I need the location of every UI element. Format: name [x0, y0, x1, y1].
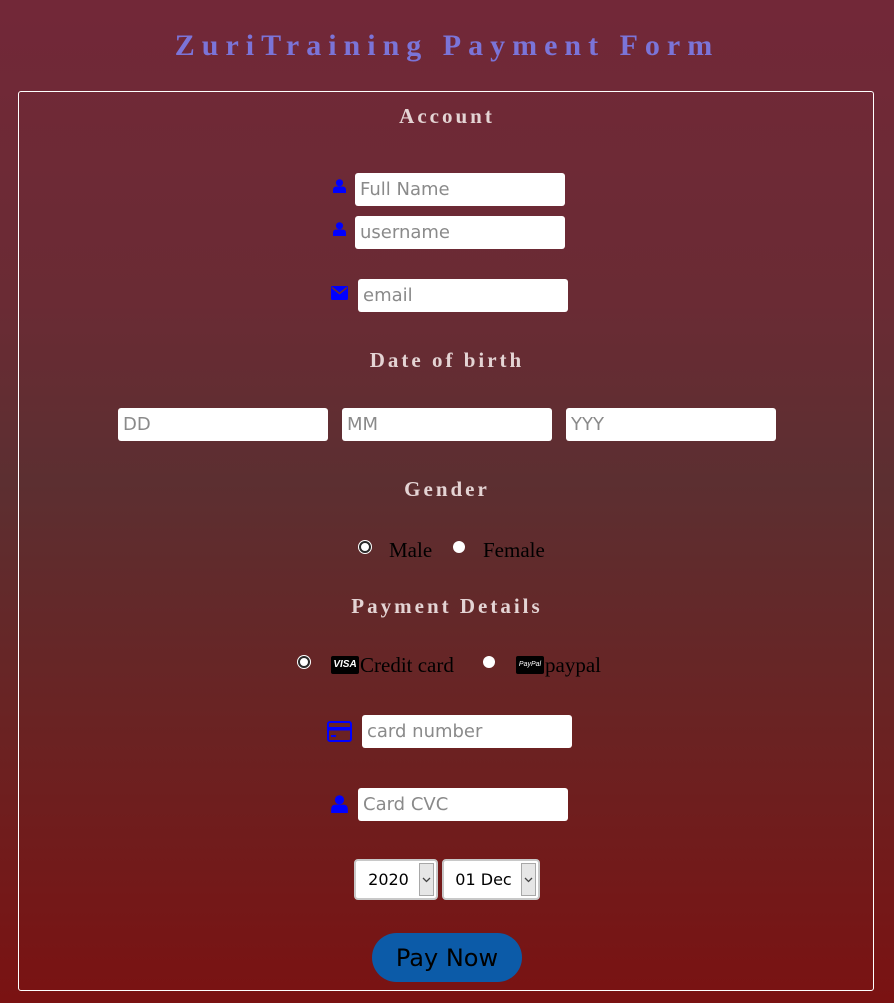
dob-heading: Date of birth [369, 348, 525, 372]
username-input[interactable] [355, 216, 565, 249]
gender-female-label: Female [483, 538, 545, 562]
payment-heading: Payment Details [351, 594, 543, 618]
email-input[interactable] [358, 279, 568, 312]
dob-day-input[interactable] [118, 408, 328, 441]
paypal-label: paypal [545, 653, 601, 677]
date-select[interactable]: 01 Dec [442, 859, 540, 900]
date-select-value: 01 Dec [455, 870, 512, 889]
paypal-card-icon: PayPal [516, 656, 544, 674]
chevron-down-icon[interactable] [419, 863, 434, 896]
gender-male-label: Male [389, 538, 433, 562]
year-select-value: 2020 [368, 870, 409, 889]
chevron-down-icon[interactable] [521, 863, 536, 896]
dob-month-input[interactable] [342, 408, 552, 441]
user-icon [333, 179, 346, 193]
card-number-input[interactable] [362, 715, 572, 748]
visa-card-icon: VISA [331, 656, 359, 674]
credit-card-label: Credit card [360, 653, 454, 677]
envelope-icon [331, 286, 348, 300]
pay-now-button[interactable]: Pay Now [372, 933, 522, 982]
gender-female-radio[interactable] [453, 541, 465, 553]
user-icon [333, 222, 346, 236]
year-select[interactable]: 2020 [354, 859, 438, 900]
paypal-radio[interactable] [483, 656, 495, 668]
gender-male-radio[interactable] [359, 541, 371, 553]
full-name-input[interactable] [355, 173, 565, 206]
page-title: ZuriTraining Payment Form [174, 29, 720, 62]
credit-card-radio[interactable] [298, 656, 310, 668]
user-icon [331, 795, 348, 813]
gender-heading: Gender [404, 477, 490, 501]
dob-year-input[interactable] [566, 408, 776, 441]
card-cvc-input[interactable] [358, 788, 568, 821]
account-heading: Account [399, 104, 495, 128]
credit-card-icon [327, 721, 352, 742]
